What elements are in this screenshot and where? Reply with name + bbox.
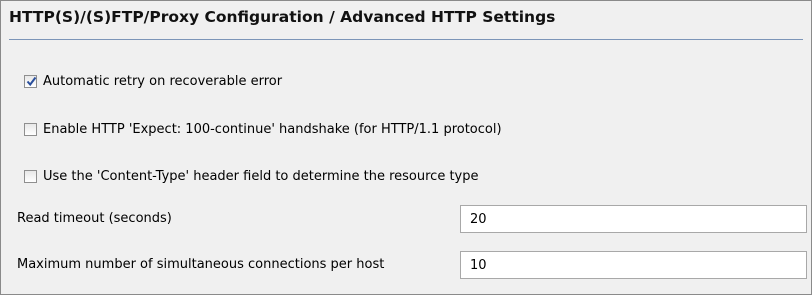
automatic-retry-checkbox[interactable] [24,74,37,88]
expect-100-continue-label: Enable HTTP 'Expect: 100-continue' hands… [43,121,502,137]
settings-panel: HTTP(S)/(S)FTP/Proxy Configuration / Adv… [0,0,812,295]
option-content-type[interactable]: Use the 'Content-Type' header field to d… [24,167,479,185]
read-timeout-input[interactable] [460,205,807,233]
max-connections-label: Maximum number of simultaneous connectio… [17,257,385,272]
content-type-label: Use the 'Content-Type' header field to d… [43,168,479,184]
checkmark-icon [26,76,37,86]
max-connections-input[interactable] [460,251,807,279]
section-title: HTTP(S)/(S)FTP/Proxy Configuration / Adv… [9,8,556,26]
read-timeout-label: Read timeout (seconds) [17,211,172,226]
expect-100-continue-checkbox[interactable] [24,122,37,136]
content-type-checkbox[interactable] [24,169,37,183]
option-automatic-retry[interactable]: Automatic retry on recoverable error [24,72,282,90]
option-expect-100-continue[interactable]: Enable HTTP 'Expect: 100-continue' hands… [24,120,502,138]
title-divider [9,39,803,40]
automatic-retry-label: Automatic retry on recoverable error [43,73,283,89]
